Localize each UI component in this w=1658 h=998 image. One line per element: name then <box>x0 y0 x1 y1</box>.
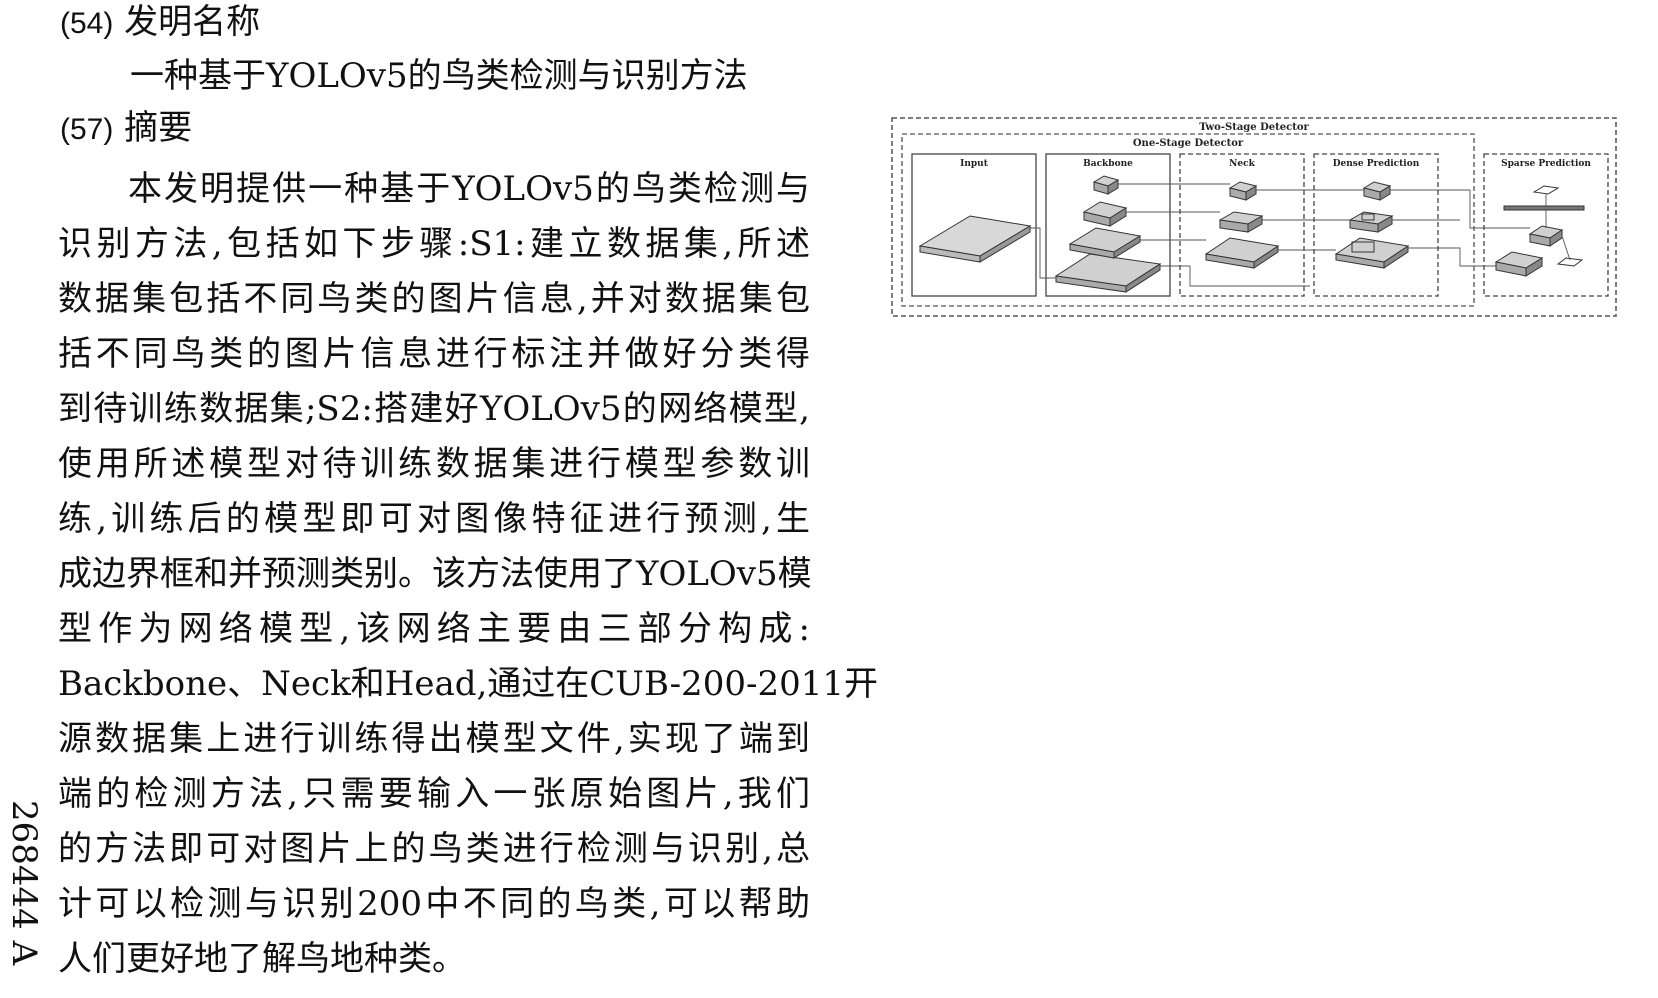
title-section-number: (54) <box>60 7 114 40</box>
abstract-section-label: 摘要 <box>124 108 193 148</box>
input-image-plane <box>918 215 1032 263</box>
dense-prediction-blocks <box>1334 181 1410 269</box>
abstract-line: 本发明提供一种基于YOLOv5的鸟类检测与 <box>128 169 810 209</box>
abstract-line: 人们更好地了解鸟地种类。 <box>58 939 466 979</box>
input-panel-label: Input <box>960 159 989 169</box>
abstract-line: 型作为网络模型,该网络主要由三部分构成: <box>58 609 810 649</box>
title-section-label: 发明名称 <box>124 2 261 42</box>
abstract-line: 的方法即可对图片上的鸟类进行检测与识别,总 <box>58 829 810 869</box>
abstract-line: 练,训练后的模型即可对图像特征进行预测,生 <box>58 499 810 539</box>
abstract-line: 括不同鸟类的图片信息进行标注并做好分类得 <box>58 334 810 374</box>
abstract-line: 成边界框和并预测类别。该方法使用了YOLOv5模 <box>58 554 812 594</box>
abstract-line: 端的检测方法,只需要输入一张原始图片,我们 <box>58 774 810 814</box>
two-stage-detector-label: Two-Stage Detector <box>1199 122 1309 133</box>
backbone-feature-blocks <box>1054 175 1162 293</box>
one-stage-detector-label: One-Stage Detector <box>1133 138 1244 149</box>
abstract-line: 源数据集上进行训练得出模型文件,实现了端到 <box>58 719 810 759</box>
abstract-line: Backbone、Neck和Head,通过在CUB-200-2011开 <box>58 664 878 704</box>
abstract-line: 识别方法,包括如下步骤:S1:建立数据集,所述 <box>58 224 810 264</box>
abstract-body: 本发明提供一种基于YOLOv5的鸟类检测与 识别方法,包括如下步骤:S1:建立数… <box>58 162 878 987</box>
neck-panel-label: Neck <box>1229 159 1255 169</box>
yolo-architecture-figure: Two-Stage Detector One-Stage Detector In… <box>890 116 1620 322</box>
architecture-diagram: Two-Stage Detector One-Stage Detector In… <box>891 117 1617 317</box>
neck-feature-blocks <box>1204 181 1280 269</box>
abstract-line: 计可以检测与识别200中不同的鸟类,可以帮助 <box>58 884 810 924</box>
patent-abstract-page: (54) 发明名称 一种基于YOLOv5的鸟类检测与识别方法 (57) 摘要 本… <box>0 0 1658 998</box>
backbone-panel-label: Backbone <box>1083 159 1133 169</box>
sparse-prediction-blocks <box>1494 185 1585 277</box>
invention-title: 一种基于YOLOv5的鸟类检测与识别方法 <box>130 56 748 96</box>
publication-number-margin: 268444 A <box>0 800 44 998</box>
abstract-line: 使用所述模型对待训练数据集进行模型参数训 <box>58 444 810 484</box>
title-section-heading: (54) 发明名称 <box>60 2 260 44</box>
abstract-section-heading: (57) 摘要 <box>60 108 192 150</box>
abstract-section-number: (57) <box>60 113 114 146</box>
abstract-line: 到待训练数据集;S2:搭建好YOLOv5的网络模型, <box>58 389 810 429</box>
abstract-line: 数据集包括不同鸟类的图片信息,并对数据集包 <box>58 279 810 319</box>
publication-number-text: 268444 A <box>4 800 44 966</box>
sparse-prediction-panel-label: Sparse Prediction <box>1501 159 1591 169</box>
dense-prediction-panel-label: Dense Prediction <box>1333 159 1420 169</box>
